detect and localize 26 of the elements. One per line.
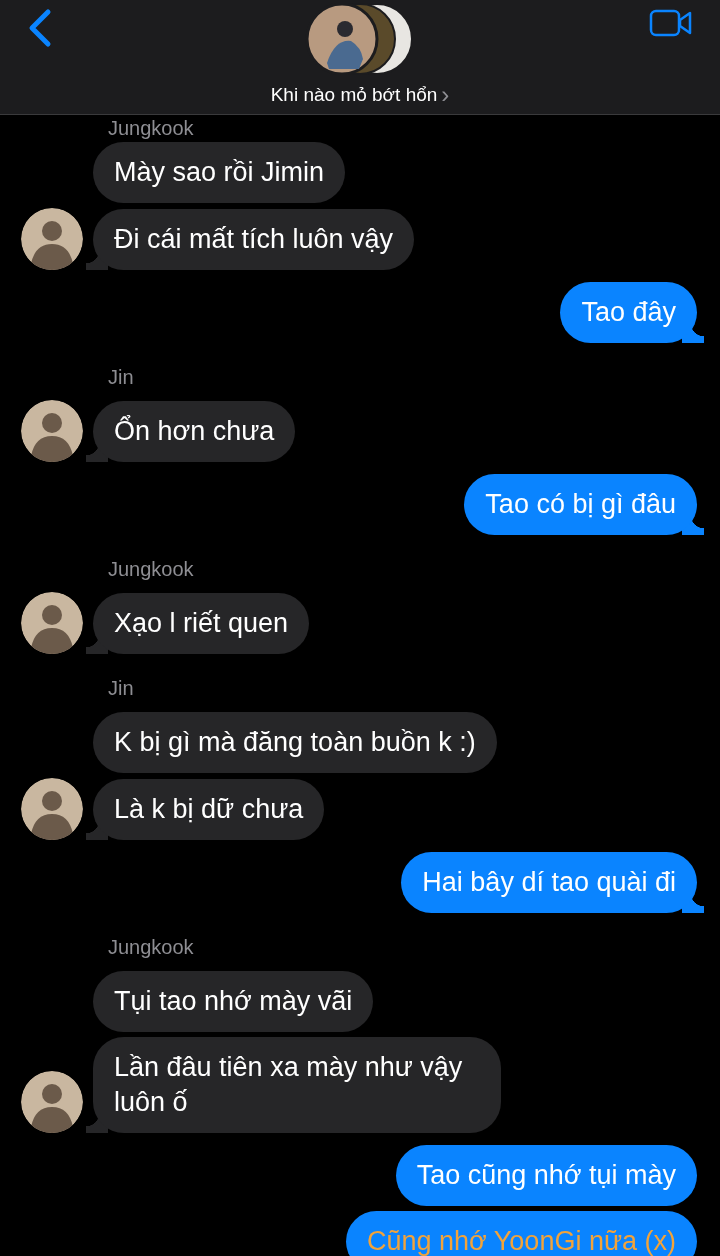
message-text: Cũng nhớ YoonGi nữa (x)	[367, 1226, 676, 1256]
message-text: Hai bây dí tao quài đi	[422, 867, 676, 897]
message-text: Ổn hơn chưa	[114, 416, 275, 446]
chevron-icon[interactable]: ›	[441, 82, 450, 108]
sender-name: Jin	[107, 365, 134, 390]
message-text: Đi cái mất tích luôn vậy	[114, 224, 394, 254]
message-text: Lần đâu tiên xa mày như vậy luôn ố	[114, 1052, 463, 1117]
sender-name: Jungkook	[107, 935, 194, 960]
avatar[interactable]	[21, 1071, 83, 1133]
message-text: Tao đây	[581, 297, 676, 327]
message-text: Xạo l riết quen	[114, 608, 289, 638]
message-text: Mày sao rồi Jimin	[114, 157, 325, 187]
sender-name: Jungkook	[107, 557, 194, 582]
message-text: Tao cũng nhớ tụi mày	[416, 1160, 676, 1190]
message-text: K bị gì mà đăng toàn buồn k :)	[114, 727, 476, 757]
conversation-title[interactable]: Khi nào mỏ bớt hổn	[270, 82, 438, 108]
avatar[interactable]	[21, 400, 83, 462]
message-text: Tụi tao nhớ mày vãi	[114, 986, 353, 1016]
avatar[interactable]	[21, 208, 83, 270]
sender-name: Jungkook	[107, 116, 194, 141]
message-text: Là k bị dữ chưa	[114, 794, 304, 824]
video-call-icon[interactable]	[649, 8, 693, 38]
sender-name: Jin	[107, 676, 134, 701]
avatar[interactable]	[21, 592, 83, 654]
message-text: Tao có bị gì đâu	[485, 489, 676, 519]
avatar[interactable]	[21, 778, 83, 840]
